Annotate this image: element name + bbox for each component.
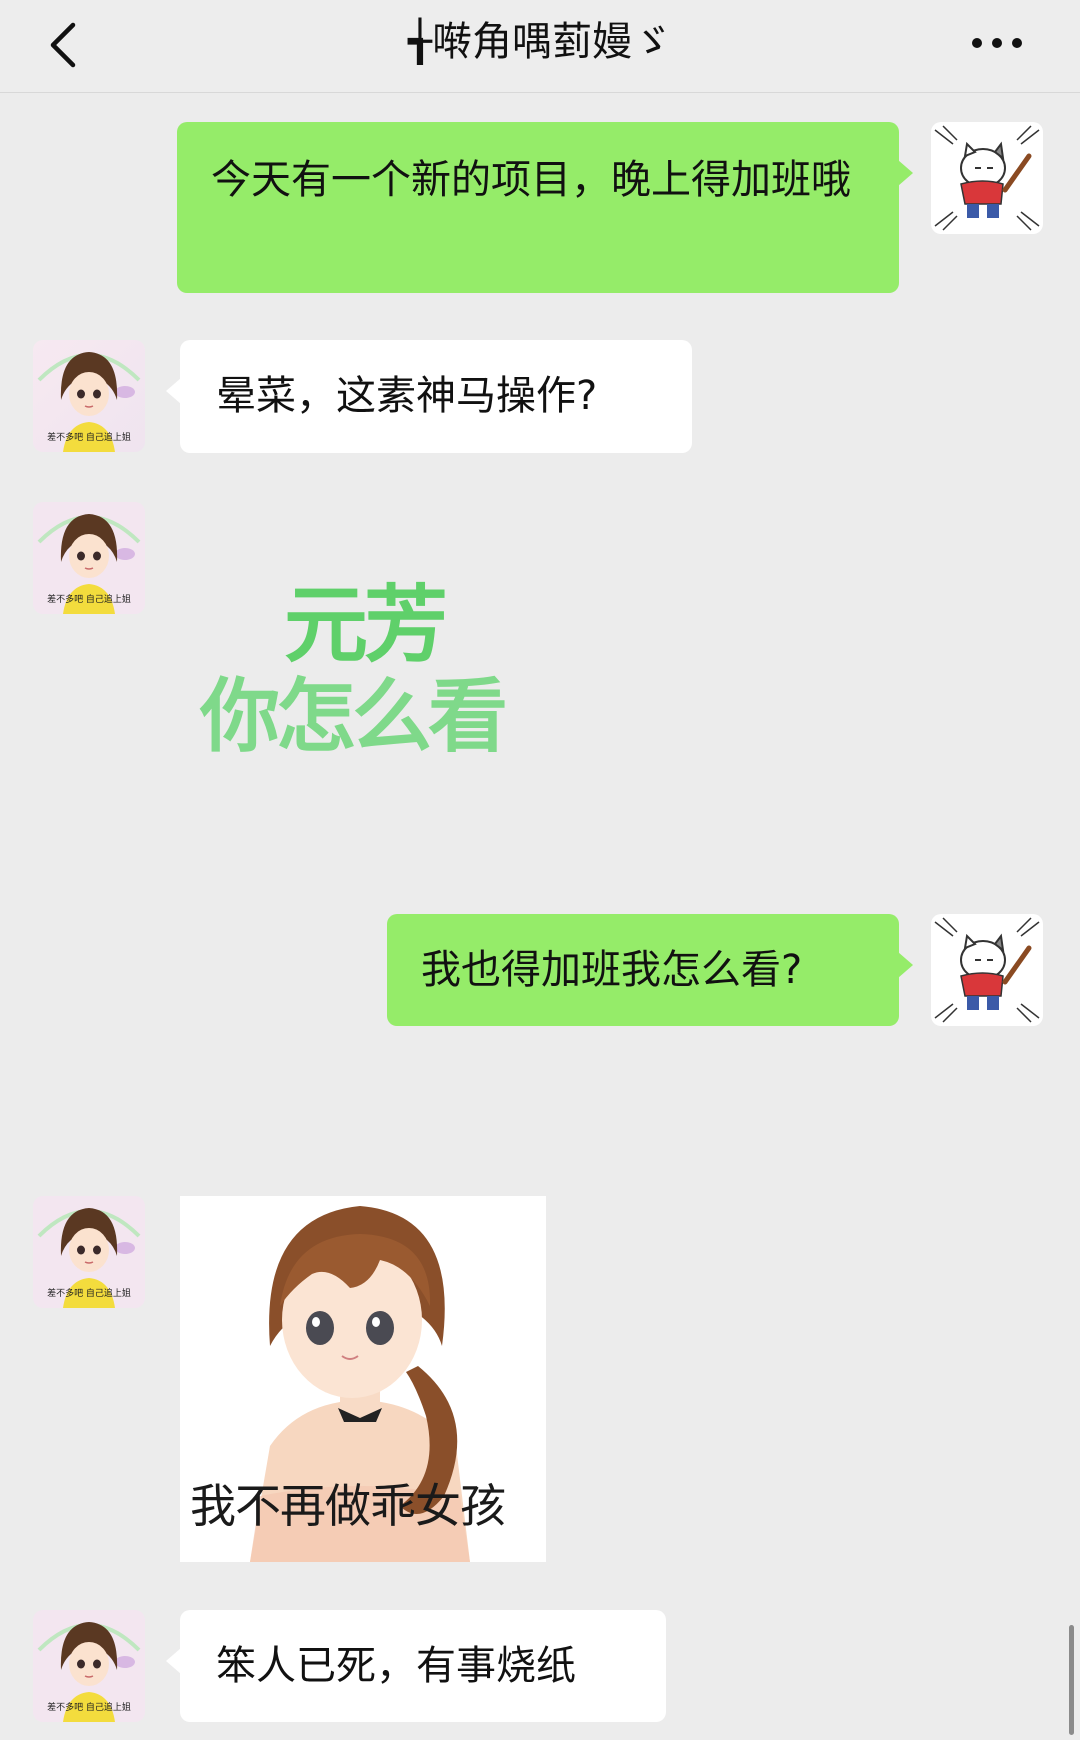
contact-avatar[interactable]: 差不多吧 自己追上姐 — [33, 1196, 145, 1308]
message-text: 晕菜，这素神马操作? — [216, 373, 598, 419]
avatar-caption: 差不多吧 自己追上姐 — [47, 1701, 131, 1713]
chat-title: ╅啭角喁菿嫚ゞ — [407, 19, 673, 65]
message-text: 今天有一个新的项目，晚上得加班哦 — [211, 157, 851, 203]
scrollbar[interactable] — [1069, 1625, 1074, 1735]
message-text: 我也得加班我怎么看? — [421, 947, 803, 993]
message-bubble-received[interactable]: 笨人已死，有事烧纸 — [166, 1610, 666, 1722]
sticker-caption: 我不再做乖女孩 — [190, 1479, 506, 1533]
more-dots-icon — [972, 38, 1022, 48]
girl-avatar-icon: 差不多吧 自己追上姐 — [33, 340, 145, 452]
cat-avatar-icon — [931, 122, 1043, 234]
girl-avatar-icon: 差不多吧 自己追上姐 — [33, 1610, 145, 1722]
contact-avatar[interactable]: 差不多吧 自己追上姐 — [33, 502, 145, 614]
my-avatar[interactable] — [931, 914, 1043, 1026]
more-button[interactable] — [962, 18, 1032, 68]
chat-header: ╅啭角喁菿嫚ゞ — [0, 0, 1080, 93]
avatar-caption: 差不多吧 自己追上姐 — [47, 431, 131, 443]
image-sticker-message[interactable]: 我不再做乖女孩 — [180, 1196, 546, 1562]
sticker-text-line2: 你怎么看 — [200, 670, 508, 763]
contact-avatar[interactable]: 差不多吧 自己追上姐 — [33, 1610, 145, 1722]
message-bubble-sent[interactable]: 我也得加班我怎么看? — [387, 914, 913, 1026]
girl-avatar-icon: 差不多吧 自己追上姐 — [33, 1196, 145, 1308]
cat-avatar-icon — [931, 914, 1043, 1026]
message-bubble-received[interactable]: 晕菜，这素神马操作? — [166, 340, 692, 453]
avatar-caption: 差不多吧 自己追上姐 — [47, 593, 131, 605]
sticker-message[interactable]: 元芳 你怎么看 — [200, 580, 540, 770]
avatar-caption: 差不多吧 自己追上姐 — [47, 1287, 131, 1299]
my-avatar[interactable] — [931, 122, 1043, 234]
message-bubble-sent[interactable]: 今天有一个新的项目，晚上得加班哦 — [177, 122, 913, 293]
contact-avatar[interactable]: 差不多吧 自己追上姐 — [33, 340, 145, 452]
girl-avatar-icon: 差不多吧 自己追上姐 — [33, 502, 145, 614]
sticker-text-line1: 元芳 — [284, 576, 448, 674]
chevron-left-icon — [50, 22, 76, 68]
message-text: 笨人已死，有事烧纸 — [216, 1643, 576, 1689]
back-button[interactable] — [38, 10, 88, 80]
chat-screen: ╅啭角喁菿嫚ゞ 今天有一个新的项目，晚上得加班哦 差不多吧 自己追上姐 晕菜，这… — [0, 0, 1080, 1740]
